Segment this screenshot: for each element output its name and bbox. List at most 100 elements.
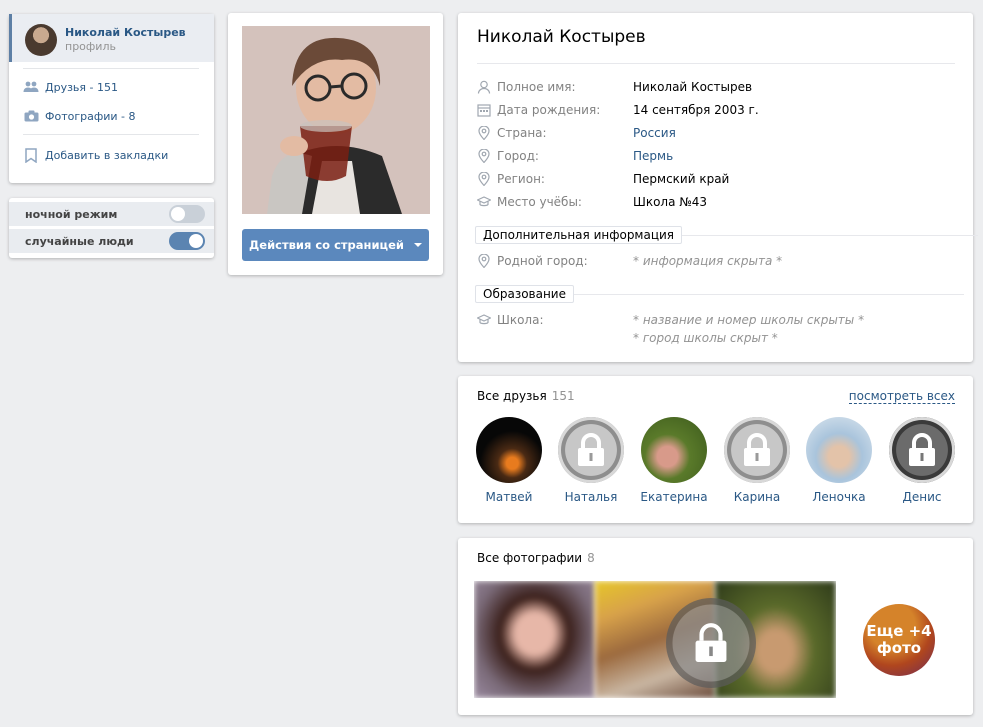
info-value: 14 сентября 2003 г. xyxy=(633,103,759,117)
friends-count: 151 xyxy=(551,389,575,403)
locked-photos-overlay[interactable] xyxy=(666,598,756,688)
info-label: Место учёбы: xyxy=(497,195,582,209)
friends-icon xyxy=(23,80,39,94)
lock-icon xyxy=(909,433,935,466)
random-people-label: случайные люди xyxy=(25,234,134,248)
menu-profile-item[interactable]: Николай Костырев профиль xyxy=(9,14,214,62)
friend-item[interactable]: Денис xyxy=(884,417,960,504)
info-row-study: Место учёбы: Школа №43 xyxy=(477,192,955,212)
friend-item[interactable]: Карина xyxy=(719,417,795,504)
friend-avatar[interactable] xyxy=(806,417,872,483)
graduation-cap-icon xyxy=(477,313,491,327)
bookmark-icon xyxy=(23,147,39,163)
more-photos-label: Еще +4 фото xyxy=(866,622,932,657)
menu-profile-sub: профиль xyxy=(65,40,116,53)
page-title: Николай Костырев xyxy=(477,27,646,47)
night-mode-row[interactable]: ночной режим xyxy=(9,202,214,226)
info-label: Регион: xyxy=(497,172,545,186)
see-all-friends-link[interactable]: посмотреть всех xyxy=(848,389,955,404)
page-actions-button[interactable]: Действия со страницей xyxy=(242,229,429,261)
info-row-full-name: Полное имя: Николай Костырев xyxy=(477,77,955,97)
user-icon xyxy=(477,80,491,94)
friend-avatar[interactable] xyxy=(889,417,955,483)
info-label: Город: xyxy=(497,149,539,163)
info-label: Родной город: xyxy=(497,254,588,268)
lock-icon xyxy=(695,623,727,662)
location-pin-icon xyxy=(477,254,491,268)
info-value: * название и номер школы скрыты * xyxy=(633,313,865,327)
friend-item[interactable]: Леночка xyxy=(801,417,877,504)
additional-info-header: Дополнительная информация xyxy=(475,225,979,245)
profile-menu-card: Николай Костырев профиль Друзья - 151 Фо… xyxy=(9,14,214,183)
photos-title[interactable]: Все фотографии 8 xyxy=(477,551,595,565)
toggle-knob xyxy=(171,207,185,221)
friend-name[interactable]: Леночка xyxy=(801,490,877,504)
friend-name[interactable]: Матвей xyxy=(471,490,547,504)
info-row-country: Страна: Россия xyxy=(477,123,955,143)
friend-name[interactable]: Наталья xyxy=(553,490,629,504)
random-people-toggle[interactable] xyxy=(169,232,205,250)
menu-photos-label[interactable]: Фотографии - 8 xyxy=(45,110,136,123)
camera-icon xyxy=(23,109,39,123)
city-link[interactable]: Пермь xyxy=(633,149,673,163)
friends-card: Все друзья 151 посмотреть всех Матвей Нат… xyxy=(458,376,973,523)
more-photos-button[interactable]: Еще +4 фото xyxy=(863,604,935,676)
friends-title-label[interactable]: Все друзья xyxy=(477,389,547,403)
info-row-school-city: * город школы скрыт * xyxy=(477,328,955,348)
menu-item-photos[interactable]: Фотографии - 8 xyxy=(23,106,136,126)
info-row-birthday: Дата рождения: 14 сентября 2003 г. xyxy=(477,100,955,120)
profile-photo-card: Действия со страницей xyxy=(228,13,443,275)
friend-item[interactable]: Наталья xyxy=(553,417,629,504)
friend-name[interactable]: Карина xyxy=(719,490,795,504)
lock-icon xyxy=(744,433,770,466)
photos-card: Все фотографии 8 Еще +4 фото xyxy=(458,538,973,715)
photos-count: 8 xyxy=(587,551,595,565)
friend-item[interactable]: Екатерина xyxy=(636,417,712,504)
menu-friends-label[interactable]: Друзья - 151 xyxy=(45,81,118,94)
info-value: * информация скрыта * xyxy=(633,254,783,268)
section-title: Дополнительная информация xyxy=(475,226,683,244)
lock-icon xyxy=(578,433,604,466)
graduation-cap-icon xyxy=(477,195,491,209)
menu-profile-name[interactable]: Николай Костырев xyxy=(65,26,186,39)
night-mode-toggle[interactable] xyxy=(169,205,205,223)
avatar[interactable] xyxy=(25,24,57,56)
divider xyxy=(574,294,964,295)
photo-strip[interactable] xyxy=(474,581,836,698)
info-value: Пермский край xyxy=(633,172,730,186)
menu-bookmark-label[interactable]: Добавить в закладки xyxy=(45,149,168,162)
info-row-city: Город: Пермь xyxy=(477,146,955,166)
info-row-region: Регион: Пермский край xyxy=(477,169,955,189)
friend-name[interactable]: Денис xyxy=(884,490,960,504)
photos-title-label[interactable]: Все фотографии xyxy=(477,551,582,565)
photo-thumbnail[interactable] xyxy=(474,581,595,698)
info-label: Дата рождения: xyxy=(497,103,601,117)
education-header: Образование xyxy=(475,284,964,304)
info-row-school: Школа: * название и номер школы скрыты * xyxy=(477,310,955,330)
friend-avatar[interactable] xyxy=(641,417,707,483)
friend-avatar[interactable] xyxy=(476,417,542,483)
info-value: Школа №43 xyxy=(633,195,708,209)
chevron-down-icon xyxy=(413,243,422,247)
divider xyxy=(477,63,955,64)
section-title: Образование xyxy=(475,285,574,303)
profile-info-card: Николай Костырев Полное имя: Николай Кос… xyxy=(458,13,979,362)
country-link[interactable]: Россия xyxy=(633,126,676,140)
divider xyxy=(23,134,199,135)
random-people-row[interactable]: случайные люди xyxy=(9,229,214,253)
toggles-card: ночной режим случайные люди xyxy=(9,198,214,258)
info-value: Николай Костырев xyxy=(633,80,753,94)
divider xyxy=(23,68,199,69)
night-mode-label: ночной режим xyxy=(25,207,118,221)
menu-item-bookmark[interactable]: Добавить в закладки xyxy=(23,145,168,165)
page-actions-label: Действия со страницей xyxy=(249,238,404,252)
friend-item[interactable]: Матвей xyxy=(471,417,547,504)
friends-title[interactable]: Все друзья 151 xyxy=(477,389,575,403)
friend-avatar[interactable] xyxy=(558,417,624,483)
friend-name[interactable]: Екатерина xyxy=(636,490,712,504)
info-row-hometown: Родной город: * информация скрыта * xyxy=(477,251,955,271)
menu-item-friends[interactable]: Друзья - 151 xyxy=(23,77,118,97)
friend-avatar[interactable] xyxy=(724,417,790,483)
info-label: Страна: xyxy=(497,126,547,140)
profile-photo[interactable] xyxy=(242,26,430,214)
